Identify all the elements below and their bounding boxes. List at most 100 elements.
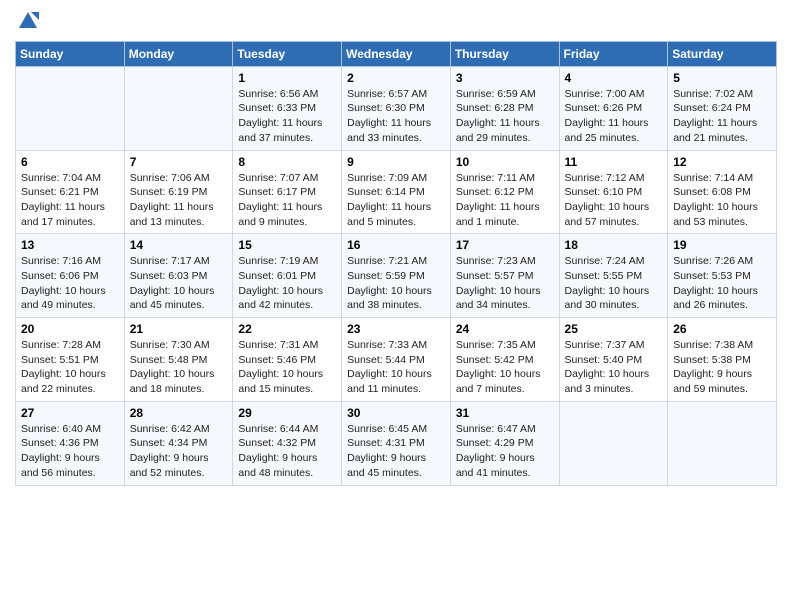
calendar-cell: 8 Sunrise: 7:07 AM Sunset: 6:17 PM Daylig… — [233, 150, 342, 234]
calendar-cell: 12Sunrise: 7:14 AM Sunset: 6:08 PM Dayli… — [668, 150, 777, 234]
day-detail: Sunrise: 7:37 AM Sunset: 5:40 PM Dayligh… — [565, 338, 663, 397]
day-number: 25 — [565, 322, 663, 336]
day-detail: Sunrise: 7:07 AM Sunset: 6:17 PM Dayligh… — [238, 171, 336, 230]
day-number: 26 — [673, 322, 771, 336]
day-detail: Sunrise: 7:21 AM Sunset: 5:59 PM Dayligh… — [347, 254, 445, 313]
day-number: 13 — [21, 238, 119, 252]
calendar-cell: 23 Sunrise: 7:33 AM Sunset: 5:44 PM Dayli… — [342, 318, 451, 402]
day-number: 22 — [238, 322, 336, 336]
day-number: 21 — [130, 322, 228, 336]
day-number: 20 — [21, 322, 119, 336]
day-detail: Sunrise: 7:17 AM Sunset: 6:03 PM Dayligh… — [130, 254, 228, 313]
calendar-cell: 31 Sunrise: 6:47 AM Sunset: 4:29 PM Dayli… — [450, 401, 559, 485]
day-of-week-header: Wednesday — [342, 41, 451, 66]
day-number: 14 — [130, 238, 228, 252]
day-number: 18 — [565, 238, 663, 252]
day-detail: Sunrise: 7:23 AM Sunset: 5:57 PM Dayligh… — [456, 254, 554, 313]
day-detail: Sunrise: 7:28 AM Sunset: 5:51 PM Dayligh… — [21, 338, 119, 397]
day-detail: Sunrise: 7:09 AM Sunset: 6:14 PM Dayligh… — [347, 171, 445, 230]
day-detail: Sunrise: 7:00 AM Sunset: 6:26 PM Dayligh… — [565, 87, 663, 146]
day-number: 24 — [456, 322, 554, 336]
calendar-cell: 7 Sunrise: 7:06 AM Sunset: 6:19 PM Daylig… — [124, 150, 233, 234]
day-number: 31 — [456, 406, 554, 420]
day-detail: Sunrise: 6:45 AM Sunset: 4:31 PM Dayligh… — [347, 422, 445, 481]
day-number: 27 — [21, 406, 119, 420]
calendar-cell: 28 Sunrise: 6:42 AM Sunset: 4:34 PM Dayli… — [124, 401, 233, 485]
day-number: 17 — [456, 238, 554, 252]
calendar-week-row: 27 Sunrise: 6:40 AM Sunset: 4:36 PM Dayli… — [16, 401, 777, 485]
day-number: 15 — [238, 238, 336, 252]
logo — [15, 10, 39, 37]
day-detail: Sunrise: 6:57 AM Sunset: 6:30 PM Dayligh… — [347, 87, 445, 146]
day-detail: Sunrise: 7:31 AM Sunset: 5:46 PM Dayligh… — [238, 338, 336, 397]
day-number: 19 — [673, 238, 771, 252]
day-of-week-header: Saturday — [668, 41, 777, 66]
calendar-cell: 9 Sunrise: 7:09 AM Sunset: 6:14 PM Daylig… — [342, 150, 451, 234]
day-number: 30 — [347, 406, 445, 420]
calendar-header-row: SundayMondayTuesdayWednesdayThursdayFrid… — [16, 41, 777, 66]
day-number: 7 — [130, 155, 228, 169]
day-detail: Sunrise: 6:56 AM Sunset: 6:33 PM Dayligh… — [238, 87, 336, 146]
day-number: 8 — [238, 155, 336, 169]
day-detail: Sunrise: 7:12 AM Sunset: 6:10 PM Dayligh… — [565, 171, 663, 230]
calendar-cell: 10 Sunrise: 7:11 AM Sunset: 6:12 PM Dayli… — [450, 150, 559, 234]
day-number: 28 — [130, 406, 228, 420]
calendar-cell: 3 Sunrise: 6:59 AM Sunset: 6:28 PM Daylig… — [450, 66, 559, 150]
day-number: 11 — [565, 155, 663, 169]
day-detail: Sunrise: 6:47 AM Sunset: 4:29 PM Dayligh… — [456, 422, 554, 481]
day-detail: Sunrise: 7:35 AM Sunset: 5:42 PM Dayligh… — [456, 338, 554, 397]
day-of-week-header: Monday — [124, 41, 233, 66]
day-number: 1 — [238, 71, 336, 85]
day-detail: Sunrise: 7:06 AM Sunset: 6:19 PM Dayligh… — [130, 171, 228, 230]
calendar-cell: 29 Sunrise: 6:44 AM Sunset: 4:32 PM Dayli… — [233, 401, 342, 485]
calendar-cell: 5Sunrise: 7:02 AM Sunset: 6:24 PM Daylig… — [668, 66, 777, 150]
calendar-body: 1 Sunrise: 6:56 AM Sunset: 6:33 PM Daylig… — [16, 66, 777, 485]
day-detail: Sunrise: 7:11 AM Sunset: 6:12 PM Dayligh… — [456, 171, 554, 230]
day-detail: Sunrise: 7:04 AM Sunset: 6:21 PM Dayligh… — [21, 171, 119, 230]
day-detail: Sunrise: 7:16 AM Sunset: 6:06 PM Dayligh… — [21, 254, 119, 313]
calendar-cell: 19 Sunrise: 7:26 AM Sunset: 5:53 PM Dayli… — [668, 234, 777, 318]
day-number: 5 — [673, 71, 771, 85]
calendar-cell: 21Sunrise: 7:30 AM Sunset: 5:48 PM Dayli… — [124, 318, 233, 402]
day-detail: Sunrise: 6:59 AM Sunset: 6:28 PM Dayligh… — [456, 87, 554, 146]
day-number: 29 — [238, 406, 336, 420]
calendar-cell: 6 Sunrise: 7:04 AM Sunset: 6:21 PM Daylig… — [16, 150, 125, 234]
day-number: 3 — [456, 71, 554, 85]
day-detail: Sunrise: 7:38 AM Sunset: 5:38 PM Dayligh… — [673, 338, 771, 397]
calendar-week-row: 13 Sunrise: 7:16 AM Sunset: 6:06 PM Dayli… — [16, 234, 777, 318]
day-number: 9 — [347, 155, 445, 169]
calendar-cell: 2Sunrise: 6:57 AM Sunset: 6:30 PM Daylig… — [342, 66, 451, 150]
calendar-cell: 18Sunrise: 7:24 AM Sunset: 5:55 PM Dayli… — [559, 234, 668, 318]
day-detail: Sunrise: 6:40 AM Sunset: 4:36 PM Dayligh… — [21, 422, 119, 481]
day-number: 16 — [347, 238, 445, 252]
day-detail: Sunrise: 6:44 AM Sunset: 4:32 PM Dayligh… — [238, 422, 336, 481]
calendar-cell: 11 Sunrise: 7:12 AM Sunset: 6:10 PM Dayli… — [559, 150, 668, 234]
calendar-cell: 1 Sunrise: 6:56 AM Sunset: 6:33 PM Daylig… — [233, 66, 342, 150]
calendar-cell: 22 Sunrise: 7:31 AM Sunset: 5:46 PM Dayli… — [233, 318, 342, 402]
day-detail: Sunrise: 6:42 AM Sunset: 4:34 PM Dayligh… — [130, 422, 228, 481]
calendar-table: SundayMondayTuesdayWednesdayThursdayFrid… — [15, 41, 777, 486]
day-detail: Sunrise: 7:33 AM Sunset: 5:44 PM Dayligh… — [347, 338, 445, 397]
calendar-week-row: 1 Sunrise: 6:56 AM Sunset: 6:33 PM Daylig… — [16, 66, 777, 150]
day-of-week-header: Thursday — [450, 41, 559, 66]
day-of-week-header: Sunday — [16, 41, 125, 66]
day-detail: Sunrise: 7:19 AM Sunset: 6:01 PM Dayligh… — [238, 254, 336, 313]
logo-icon — [17, 10, 39, 32]
calendar-cell: 24 Sunrise: 7:35 AM Sunset: 5:42 PM Dayli… — [450, 318, 559, 402]
calendar-cell: 26 Sunrise: 7:38 AM Sunset: 5:38 PM Dayli… — [668, 318, 777, 402]
day-of-week-header: Friday — [559, 41, 668, 66]
calendar-cell: 14 Sunrise: 7:17 AM Sunset: 6:03 PM Dayli… — [124, 234, 233, 318]
day-number: 12 — [673, 155, 771, 169]
day-number: 23 — [347, 322, 445, 336]
calendar-week-row: 6 Sunrise: 7:04 AM Sunset: 6:21 PM Daylig… — [16, 150, 777, 234]
day-of-week-header: Tuesday — [233, 41, 342, 66]
day-detail: Sunrise: 7:26 AM Sunset: 5:53 PM Dayligh… — [673, 254, 771, 313]
calendar-cell: 20 Sunrise: 7:28 AM Sunset: 5:51 PM Dayli… — [16, 318, 125, 402]
day-number: 4 — [565, 71, 663, 85]
day-number: 6 — [21, 155, 119, 169]
calendar-cell: 17 Sunrise: 7:23 AM Sunset: 5:57 PM Dayli… — [450, 234, 559, 318]
calendar-cell: 16 Sunrise: 7:21 AM Sunset: 5:59 PM Dayli… — [342, 234, 451, 318]
day-number: 10 — [456, 155, 554, 169]
calendar-cell — [668, 401, 777, 485]
calendar-cell: 25 Sunrise: 7:37 AM Sunset: 5:40 PM Dayli… — [559, 318, 668, 402]
